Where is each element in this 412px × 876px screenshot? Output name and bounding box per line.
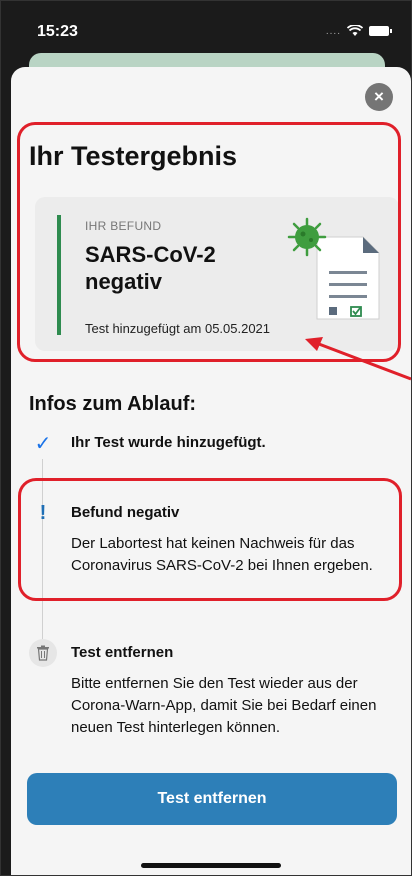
status-time: 15:23 <box>37 23 78 40</box>
phone-screen: 15:23 .... × Ihr Testergebnis IHR BEFUND… <box>0 0 412 876</box>
step-title: Ihr Test wurde hinzugefügt. <box>71 434 266 451</box>
wifi-icon <box>347 25 363 36</box>
step-title: Test entfernen <box>71 644 174 661</box>
close-button[interactable]: × <box>365 83 393 111</box>
remove-test-button[interactable]: Test entfernen <box>27 773 397 825</box>
annotation-arrow <box>305 337 411 381</box>
step-body: Bitte entfernen Sie den Test wieder aus … <box>71 675 377 736</box>
trash-icon <box>29 639 57 667</box>
close-icon: × <box>374 87 384 106</box>
status-icons: .... <box>325 25 392 37</box>
battery-icon <box>369 26 392 36</box>
signal-icon: .... <box>325 25 341 37</box>
highlight-frame-befund <box>18 478 402 601</box>
home-indicator[interactable] <box>141 863 281 868</box>
check-icon: ✓ <box>34 432 52 455</box>
infos-heading: Infos zum Ablauf: <box>29 393 197 415</box>
